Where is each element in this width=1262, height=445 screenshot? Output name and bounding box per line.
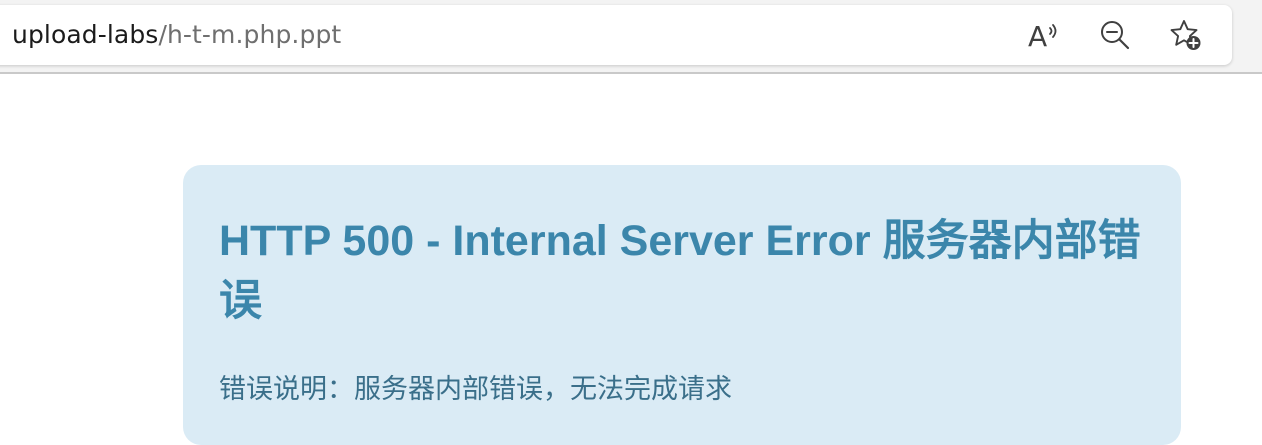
url-text[interactable]: upload-labs/h-t-m.php.ppt — [12, 19, 341, 51]
url-host: upload-labs — [12, 20, 159, 49]
svg-text:A: A — [1028, 20, 1047, 52]
address-bar[interactable]: upload-labs/h-t-m.php.ppt A — [0, 5, 1232, 65]
error-title: HTTP 500 - Internal Server Error 服务器内部错误 — [219, 217, 1141, 325]
read-aloud-icon[interactable]: A — [1026, 18, 1060, 52]
error-description: 错误说明：服务器内部错误，无法完成请求 — [219, 374, 732, 405]
error-card: HTTP 500 - Internal Server Error 服务器内部错误… — [183, 165, 1181, 445]
url-path: /h-t-m.php.ppt — [158, 20, 342, 49]
add-favorite-icon[interactable] — [1169, 18, 1203, 52]
browser-toolbar: upload-labs/h-t-m.php.ppt A — [0, 0, 1262, 74]
zoom-out-icon[interactable] — [1098, 18, 1132, 52]
